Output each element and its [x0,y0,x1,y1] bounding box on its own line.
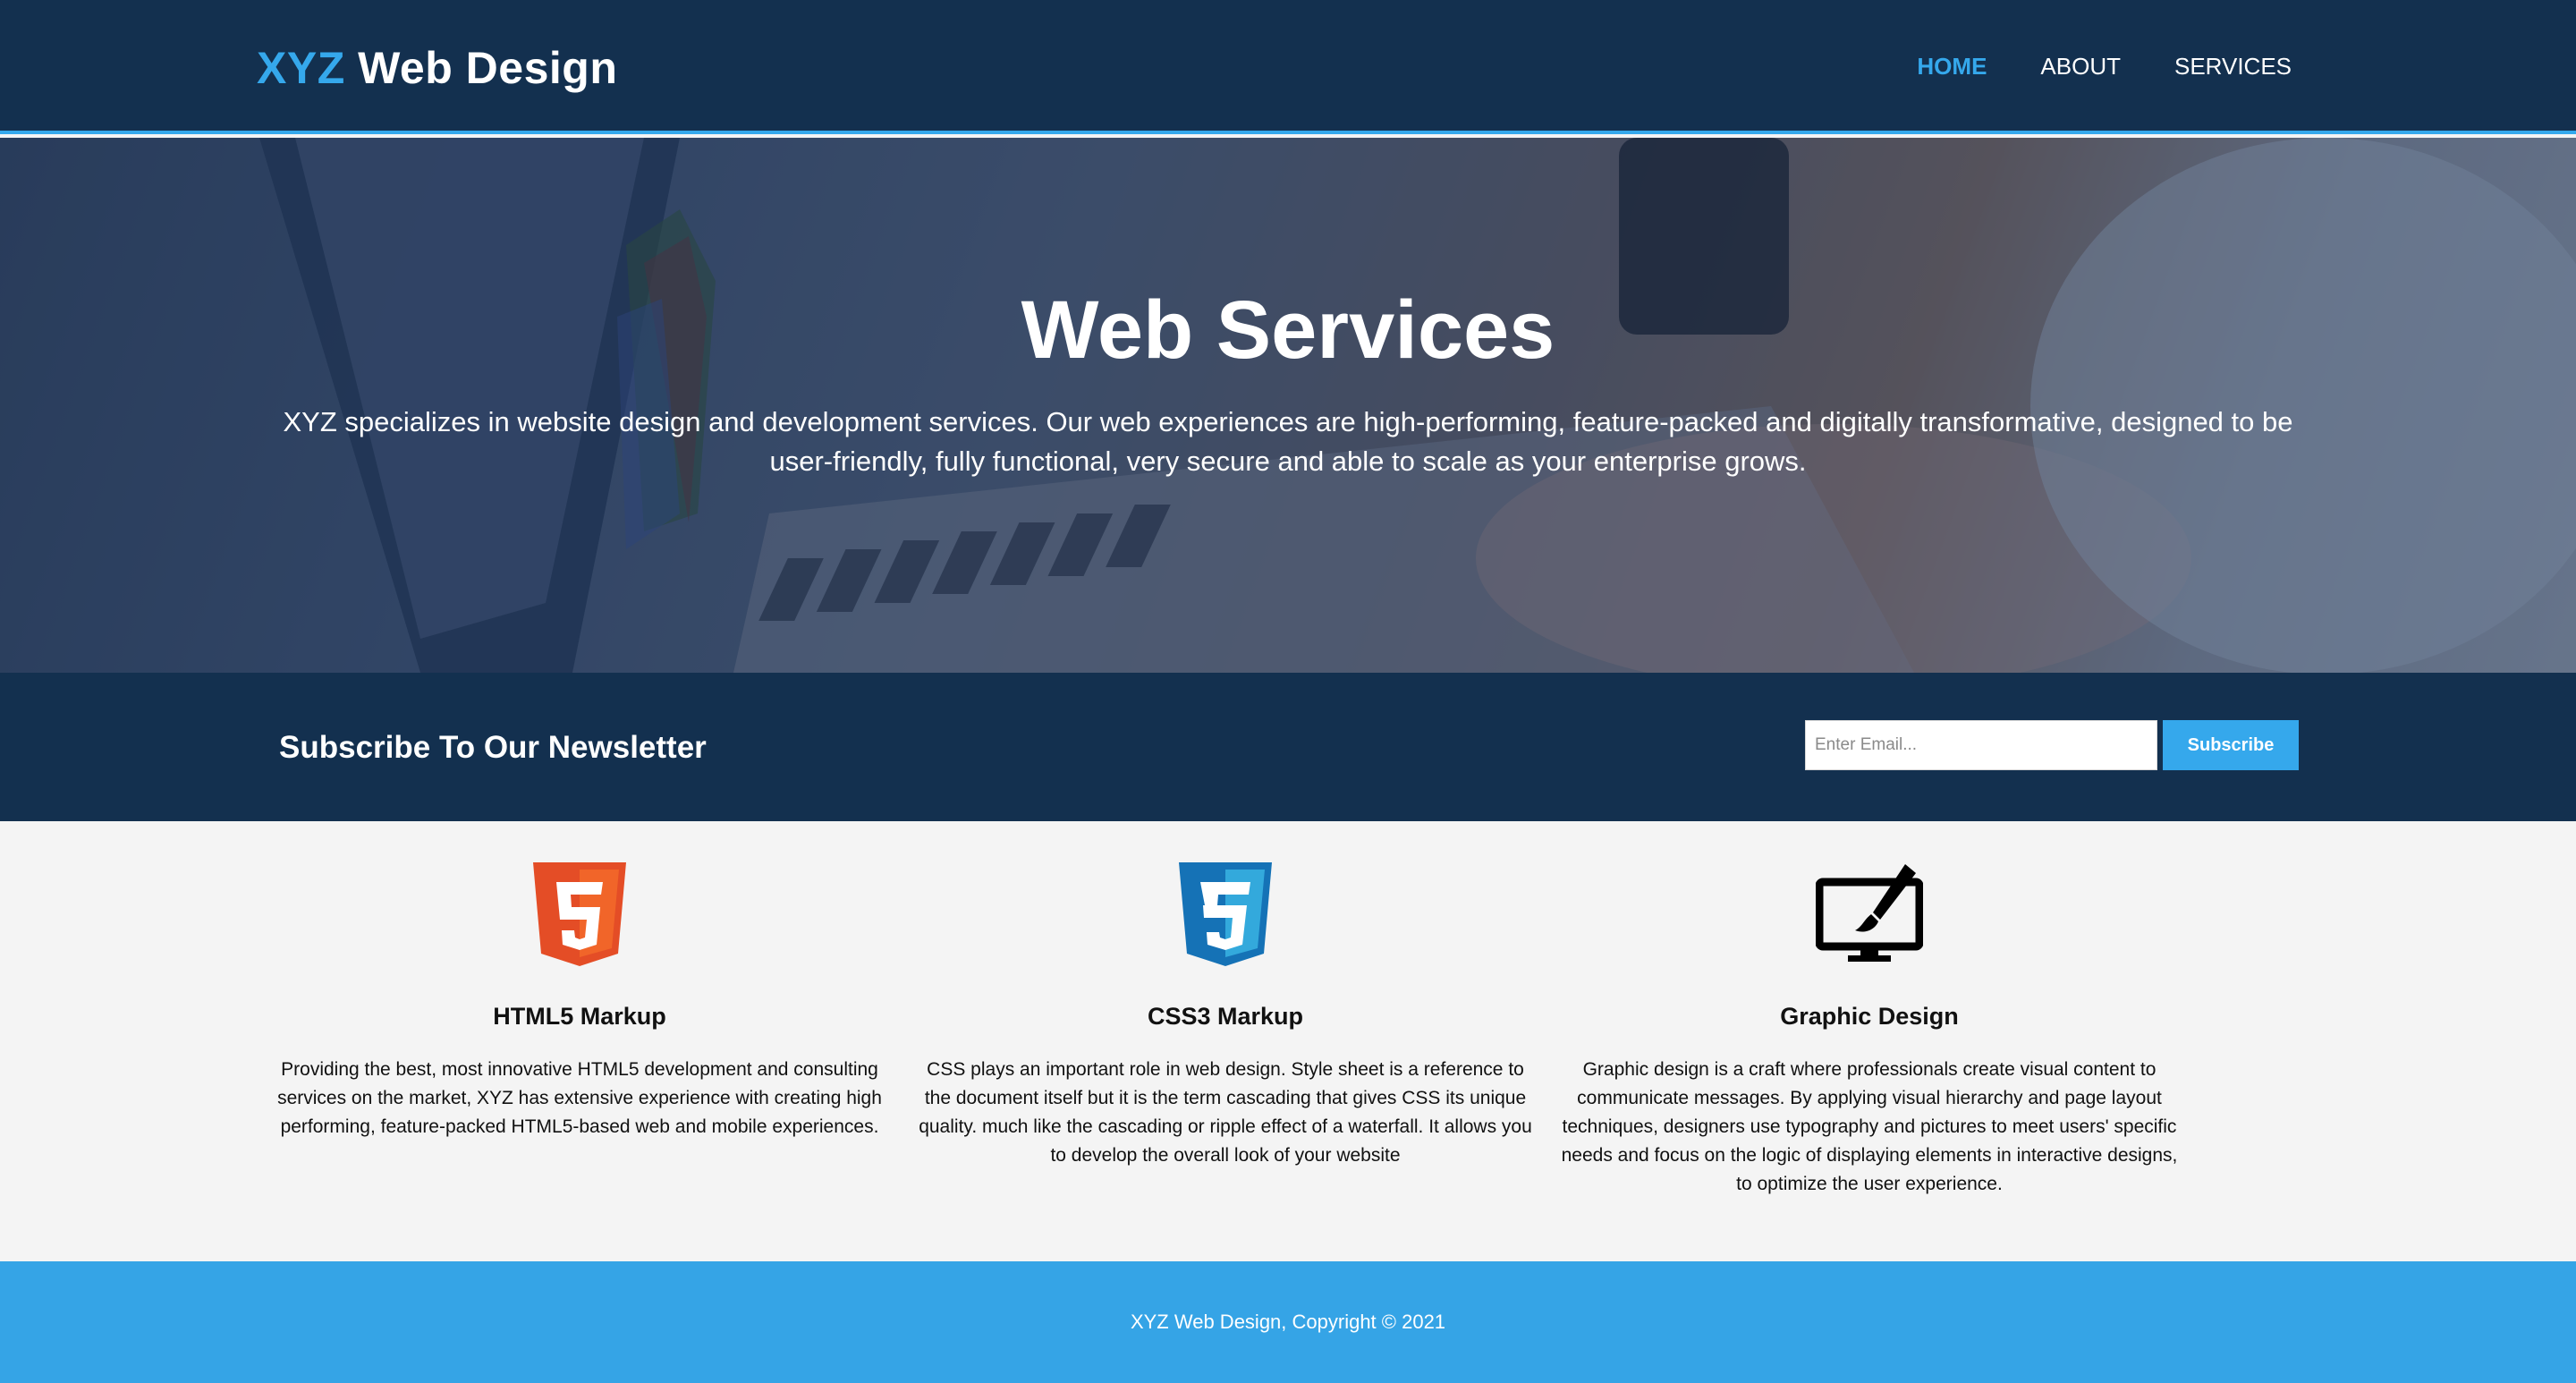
footer-copyright: XYZ Web Design, Copyright © 2021 [1130,1311,1446,1333]
feature-title: Graphic Design [1780,1003,1959,1030]
newsletter-section: Subscribe To Our Newsletter Subscribe [0,673,2576,821]
nav-link-about[interactable]: About [2040,50,2121,82]
site-logo[interactable]: XYZ Web Design [257,39,617,97]
feature-description: Graphic design is a craft where professi… [1561,1059,2178,1194]
graphic-design-monitor-icon [1816,864,1923,962]
site-header: XYZ Web Design Home About Services [0,0,2576,134]
newsletter-title: Subscribe To Our Newsletter [279,730,707,765]
feature-title: HTML5 Markup [493,1003,666,1030]
features-section: HTML5 Markup Providing the best, most in… [0,821,2576,1261]
feature-description: CSS plays an important role in web desig… [919,1059,1532,1166]
site-footer: XYZ Web Design, Copyright © 2021 [0,1261,2576,1383]
hero-title: Web Services [1021,284,1555,376]
css3-icon [1179,862,1272,966]
hero-description: XYZ specializes in website design and de… [283,406,2293,477]
newsletter-email-input[interactable] [1805,720,2157,770]
feature-description: Providing the best, most innovative HTML… [277,1059,882,1137]
nav-link-services[interactable]: Services [2174,50,2292,82]
hero-section: Web Services XYZ specializes in website … [0,138,2576,673]
feature-title: CSS3 Markup [1147,1003,1304,1030]
logo-text: Web Design [344,43,618,93]
logo-accent-text: XYZ [257,43,345,93]
main-nav: Home About Services [1917,50,2292,82]
html5-icon [533,862,626,966]
subscribe-button[interactable]: Subscribe [2163,720,2299,770]
nav-link-home[interactable]: Home [1917,50,1987,82]
